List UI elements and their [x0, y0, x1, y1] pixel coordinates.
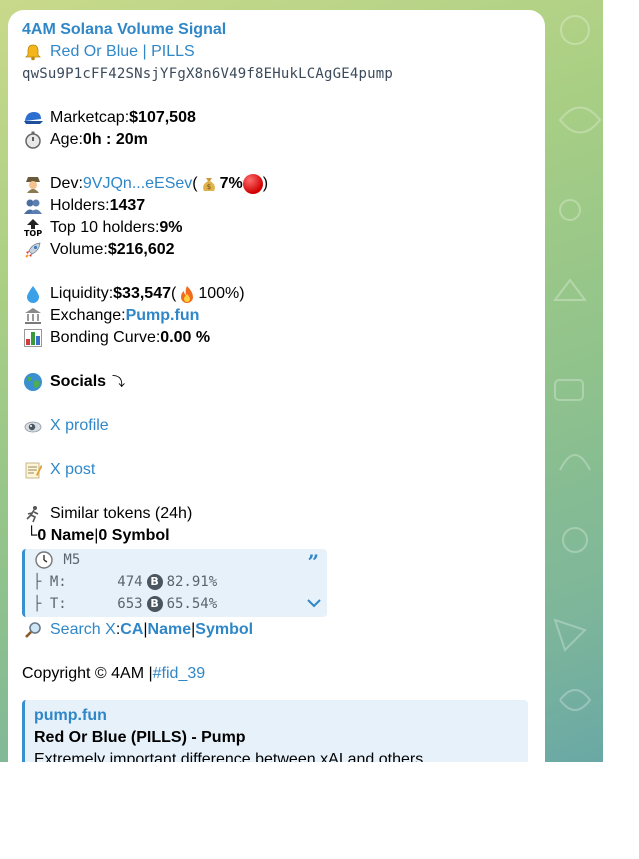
- token-link[interactable]: Red Or Blue | PILLS: [50, 41, 195, 63]
- bonding-label: Bonding Curve:: [50, 329, 161, 346]
- quote-row-t-value: 65.54%: [166, 596, 218, 612]
- bitcoin-icon: B: [146, 596, 163, 612]
- link-preview[interactable]: pump.fun Red Or Blue (PILLS) - Pump Extr…: [22, 700, 528, 762]
- liquidity-percent: 100%): [198, 285, 245, 302]
- quote-row-m-prefix: ├ M: 474: [33, 574, 143, 590]
- people-icon: [22, 195, 44, 217]
- holders-label: Holders:: [50, 197, 110, 214]
- exchange-link[interactable]: Pump.fun: [126, 305, 200, 327]
- contract-address[interactable]: qwSu9P1cFF42SNsjYFgX8n6V49f8EHukLCAgGE4p…: [22, 63, 531, 85]
- volume-value: $216,602: [107, 241, 175, 258]
- stopwatch-icon: [22, 129, 44, 151]
- bank-icon: [22, 305, 44, 327]
- tree-branch: └: [26, 527, 38, 544]
- dev-label: Dev:: [50, 175, 83, 192]
- holders-value: 1437: [109, 197, 146, 214]
- magnifier-icon: [22, 619, 44, 641]
- search-x-link[interactable]: Search X: [50, 619, 116, 641]
- copyright-text: Copyright © 4AM |: [22, 665, 153, 682]
- volume-label: Volume:: [50, 241, 108, 258]
- hashtag-link[interactable]: #fid_39: [153, 663, 206, 685]
- preview-site-name: pump.fun: [34, 707, 107, 724]
- similar-symbol-count: 0 Symbol: [98, 527, 170, 544]
- quote-row-m-value: 82.91%: [166, 574, 218, 590]
- cap-icon: [22, 107, 44, 129]
- clock-icon: [33, 549, 55, 571]
- rocket-icon: [22, 239, 44, 261]
- detective-icon: [22, 173, 44, 195]
- fire-icon: [176, 283, 198, 305]
- dev-address-link[interactable]: 9VJQn...eESev: [83, 173, 192, 195]
- bonding-value: 0.00 %: [160, 329, 211, 346]
- bar-chart-icon: [24, 329, 42, 347]
- dev-close-paren: ): [262, 175, 269, 192]
- preview-description: Extremely important difference between x…: [34, 751, 424, 762]
- search-name-link[interactable]: Name: [148, 619, 192, 641]
- quote-mark-icon: ”: [307, 550, 319, 574]
- dev-percent: 7%: [219, 175, 243, 192]
- x-post-link[interactable]: X post: [50, 459, 95, 481]
- eye-icon: [22, 415, 44, 437]
- channel-title[interactable]: 4AM Solana Volume Signal: [22, 19, 531, 41]
- liquidity-label: Liquidity:: [50, 285, 114, 302]
- search-symbol-link[interactable]: Symbol: [195, 619, 253, 641]
- liquidity-value: $33,547: [113, 285, 171, 302]
- preview-title: Red Or Blue (PILLS) - Pump: [34, 729, 246, 746]
- quote-row-t-prefix: ├ T: 653: [33, 596, 143, 612]
- age-label: Age:: [50, 131, 83, 148]
- stats-quote-block[interactable]: M5 ├ M: 474 B 82.91% ├ T: 653 B 65.54% ”: [22, 549, 327, 617]
- x-profile-link[interactable]: X profile: [50, 415, 109, 437]
- socials-label: Socials: [50, 373, 107, 390]
- marketcap-value: $107,508: [129, 109, 196, 126]
- message-bubble: 4AM Solana Volume Signal Red Or Blue | P…: [8, 10, 545, 762]
- top10-label: Top 10 holders:: [50, 219, 160, 236]
- bitcoin-icon: B: [146, 574, 163, 590]
- similar-name-count: 0 Name: [37, 527, 95, 544]
- socials-arrow-icon: ⤵: [112, 374, 126, 389]
- droplet-icon: [22, 283, 44, 305]
- top10-value: 9%: [159, 219, 183, 236]
- red-circle-icon: [242, 174, 263, 194]
- bell-icon: [22, 41, 44, 63]
- search-ca-link[interactable]: CA: [120, 619, 143, 641]
- money-bag-icon: $: [198, 173, 220, 195]
- quote-header: M5: [55, 552, 81, 568]
- marketcap-label: Marketcap:: [50, 109, 130, 126]
- top-arrow-icon: TOP: [22, 217, 44, 239]
- svg-text:$: $: [206, 183, 210, 191]
- globe-icon: [22, 371, 44, 393]
- age-value: 0h : 20m: [82, 131, 148, 148]
- chevron-down-icon[interactable]: [307, 593, 321, 615]
- runner-icon: [22, 503, 44, 525]
- similar-tokens-label: Similar tokens (24h): [50, 505, 193, 522]
- exchange-label: Exchange:: [50, 307, 126, 324]
- memo-icon: [22, 459, 44, 481]
